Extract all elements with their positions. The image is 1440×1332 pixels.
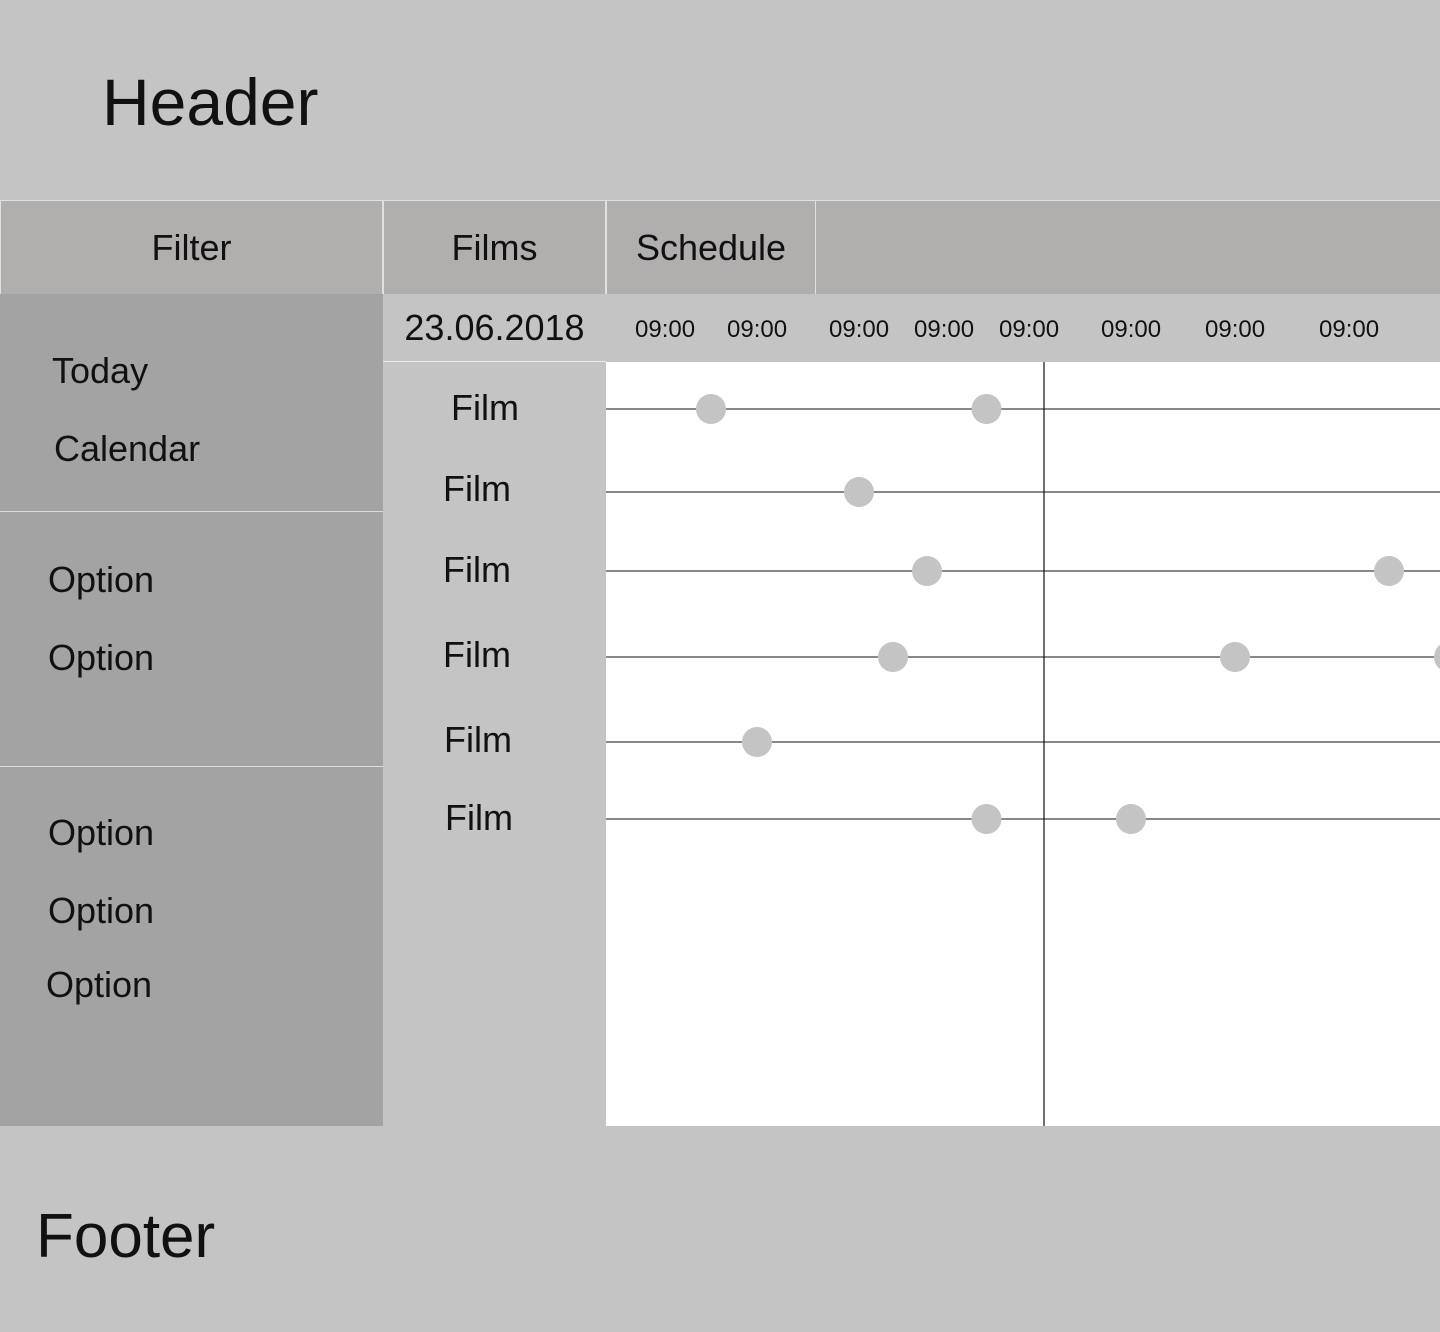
time-label: 09:00 bbox=[635, 316, 696, 343]
time-label: 09:00 bbox=[727, 316, 788, 343]
time-label: 09:00 bbox=[1205, 316, 1266, 343]
film-label[interactable]: Film bbox=[443, 468, 511, 510]
showing-dot[interactable] bbox=[1374, 556, 1404, 586]
time-label: 09:00 bbox=[829, 316, 890, 343]
film-label[interactable]: Film bbox=[451, 387, 519, 429]
schedule-grid bbox=[606, 362, 1440, 1126]
filter-option[interactable]: Option bbox=[48, 637, 154, 679]
films-column: Film Film Film Film Film Film bbox=[383, 362, 606, 1126]
showing-dot[interactable] bbox=[971, 804, 1002, 834]
showing-dot[interactable] bbox=[971, 394, 1002, 424]
filter-group-date: Today Calendar bbox=[0, 294, 383, 512]
filter-option[interactable]: Option bbox=[48, 812, 154, 854]
filter-today[interactable]: Today bbox=[52, 350, 148, 392]
header-title: Header bbox=[102, 65, 319, 139]
filter-option[interactable]: Option bbox=[48, 890, 154, 932]
time-label: 09:00 bbox=[1319, 316, 1380, 343]
filter-group-options-1: Option Option bbox=[0, 512, 383, 767]
schedule-date: 23.06.2018 bbox=[383, 294, 606, 362]
film-label[interactable]: Film bbox=[445, 797, 513, 839]
footer bbox=[0, 1126, 1440, 1332]
tab-schedule[interactable]: Schedule bbox=[606, 200, 816, 294]
filter-heading: Filter bbox=[0, 200, 383, 294]
filter-calendar[interactable]: Calendar bbox=[54, 428, 200, 470]
film-label[interactable]: Film bbox=[443, 549, 511, 591]
showing-dot[interactable] bbox=[1116, 804, 1146, 834]
showing-dot[interactable] bbox=[696, 394, 726, 424]
filter-option[interactable]: Option bbox=[46, 964, 152, 1006]
tab-films[interactable]: Films bbox=[383, 200, 606, 294]
footer-title: Footer bbox=[36, 1202, 216, 1271]
showing-dot[interactable] bbox=[1220, 642, 1250, 672]
schedule-timeline bbox=[606, 362, 1440, 1126]
showing-dot[interactable] bbox=[878, 642, 908, 672]
showing-dot[interactable] bbox=[844, 477, 874, 507]
showing-dot[interactable] bbox=[742, 727, 772, 757]
showing-dot[interactable] bbox=[912, 556, 942, 586]
showing-dot[interactable] bbox=[1434, 642, 1440, 672]
film-label[interactable]: Film bbox=[444, 719, 512, 761]
filter-option[interactable]: Option bbox=[48, 559, 154, 601]
time-header-row: 09:00 09:00 09:00 09:00 09:00 09:00 09:0… bbox=[606, 294, 1440, 362]
filter-group-options-2: Option Option Option bbox=[0, 767, 383, 1126]
time-label: 09:00 bbox=[999, 316, 1060, 343]
time-label: 09:00 bbox=[914, 316, 975, 343]
film-label[interactable]: Film bbox=[443, 634, 511, 676]
tab-bar-filler bbox=[816, 200, 1440, 294]
time-label: 09:00 bbox=[1101, 316, 1162, 343]
